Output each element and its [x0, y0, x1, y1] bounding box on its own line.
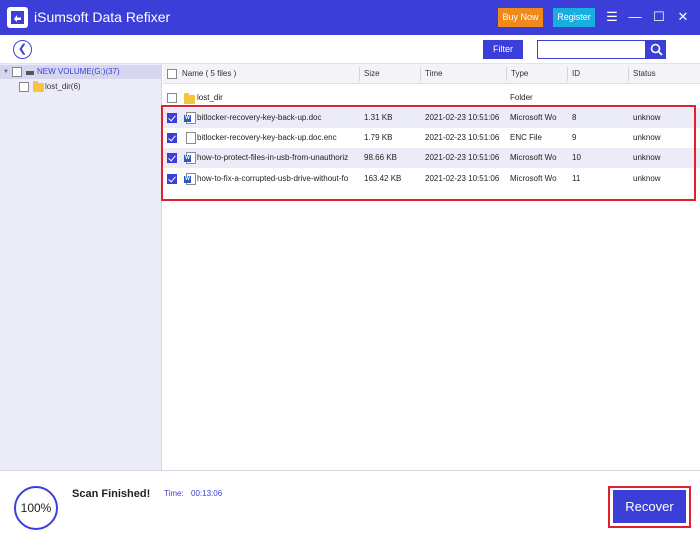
- recover-button[interactable]: Recover: [613, 490, 686, 523]
- search-button[interactable]: [646, 40, 666, 59]
- tree-item-label: NEW VOLUME(G:)(37): [37, 67, 120, 76]
- time-label: Time:: [164, 489, 184, 498]
- minimize-icon[interactable]: —: [627, 9, 643, 25]
- tree-item-label: lost_dir(6): [45, 82, 81, 91]
- tree-item-lost-dir[interactable]: lost_dir(6): [0, 80, 161, 94]
- folder-tree: ▼ NEW VOLUME(G:)(37) lost_dir(6): [0, 64, 162, 470]
- buy-now-button[interactable]: Buy Now: [498, 8, 543, 27]
- column-name[interactable]: Name ( 5 files ): [178, 64, 236, 84]
- toolbar: ❮ Filter: [0, 35, 700, 64]
- column-size[interactable]: Size: [360, 64, 380, 84]
- expand-triangle-icon[interactable]: ▼: [3, 69, 9, 75]
- folder-icon: [184, 93, 195, 104]
- scan-status: Scan Finished!: [72, 488, 151, 500]
- column-time[interactable]: Time: [421, 64, 442, 84]
- folder-icon: [33, 81, 44, 92]
- tree-item-volume[interactable]: ▼ NEW VOLUME(G:)(37): [0, 65, 161, 79]
- row-checkbox[interactable]: [167, 93, 177, 103]
- register-button[interactable]: Register: [553, 8, 595, 27]
- close-icon[interactable]: ✕: [675, 9, 691, 25]
- app-title: iSumsoft Data Refixer: [34, 9, 171, 25]
- maximize-icon[interactable]: ☐: [651, 9, 667, 25]
- column-type[interactable]: Type: [507, 64, 528, 84]
- column-id[interactable]: ID: [568, 64, 580, 84]
- back-button[interactable]: ❮: [13, 40, 32, 59]
- tree-checkbox[interactable]: [19, 82, 29, 92]
- search-input[interactable]: [537, 40, 646, 59]
- menu-icon[interactable]: ☰: [604, 9, 620, 25]
- title-bar: iSumsoft Data Refixer Buy Now Register ☰…: [0, 0, 700, 35]
- selection-highlight: [161, 105, 696, 201]
- column-status[interactable]: Status: [629, 64, 656, 84]
- app-logo-icon: [7, 7, 28, 28]
- list-header: Name ( 5 files ) Size Time Type ID Statu…: [163, 64, 700, 84]
- search-icon: [650, 43, 663, 56]
- time-value: 00:13:06: [191, 489, 223, 498]
- status-bar: 100% Scan Finished! Time: 00:13:06 Recov…: [0, 470, 700, 540]
- filter-button[interactable]: Filter: [483, 40, 523, 59]
- progress-indicator: 100%: [14, 486, 58, 530]
- tree-checkbox[interactable]: [12, 67, 22, 77]
- select-all-checkbox[interactable]: [167, 69, 177, 79]
- drive-icon: [26, 71, 34, 75]
